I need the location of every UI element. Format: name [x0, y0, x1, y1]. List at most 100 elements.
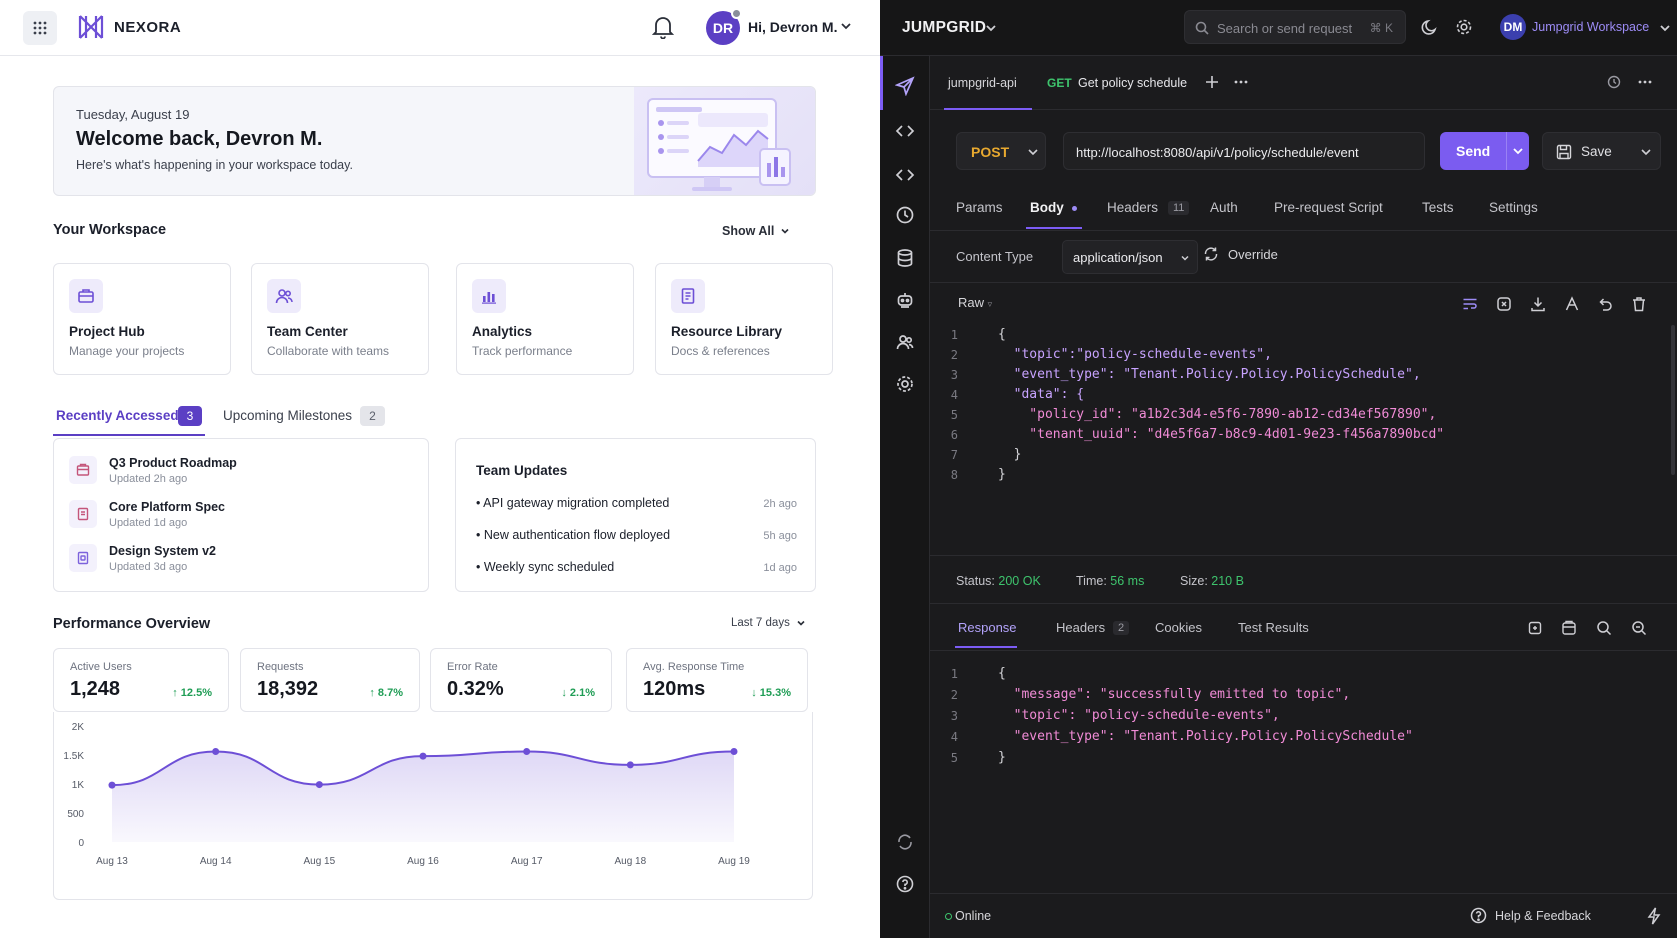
rail-item-team[interactable]: [893, 330, 917, 354]
search-bar[interactable]: Search or send request ⌘ K: [1184, 10, 1406, 44]
date-range-select[interactable]: Last 7 days: [731, 617, 806, 629]
override-button[interactable]: Override: [1203, 246, 1278, 262]
magic-icon[interactable]: [1564, 296, 1580, 312]
users-icon: [896, 335, 914, 350]
workspace-avatar[interactable]: DM: [1500, 14, 1526, 40]
lightning-icon[interactable]: [1646, 907, 1662, 925]
rail-item-code[interactable]: [893, 119, 917, 143]
rail-item-sync[interactable]: [893, 830, 917, 854]
tab-settings[interactable]: Settings: [1489, 200, 1538, 215]
rail-active-indicator: [880, 56, 883, 110]
performance-chart: 2K 1.5K 1K 500 0 Aug 13 Aug 14 Aug 15 Aug 16 Aug …: [53, 712, 813, 900]
method-select[interactable]: POST: [956, 132, 1046, 170]
workspace-brand[interactable]: JUMPGRID: [902, 19, 986, 37]
rail-item-database[interactable]: [893, 246, 917, 270]
chevron-down-icon: [797, 620, 805, 626]
headers-count-badge: 11: [1168, 201, 1190, 215]
current-date: Tuesday, August 19: [76, 107, 190, 122]
search-icon[interactable]: [1596, 620, 1612, 636]
kpi-change: ↑ 8.7%: [369, 687, 403, 699]
divider: [930, 555, 1677, 556]
user-greeting[interactable]: Hi, Devron M.: [748, 19, 837, 35]
kpi-value: 120ms: [643, 678, 706, 700]
workspace-card-resource-library[interactable]: Resource Library Docs & references: [655, 263, 833, 375]
chevron-down-icon[interactable]: [1640, 146, 1652, 158]
y-tick-label: 2K: [72, 722, 85, 733]
side-rail: [880, 56, 930, 938]
recent-item-name[interactable]: Q3 Product Roadmap: [109, 456, 237, 470]
notifications-button[interactable]: [652, 15, 674, 39]
rail-item-mock[interactable]: [893, 288, 917, 312]
zoom-icon[interactable]: [1631, 620, 1647, 636]
request-body-editor[interactable]: 1 2 3 4 5 6 7 8 { "topic":"policy-schedu…: [938, 322, 1677, 555]
tab-request[interactable]: Get policy schedule: [1078, 76, 1187, 90]
app-grid-button[interactable]: [23, 11, 57, 45]
beautify-icon[interactable]: [1496, 296, 1512, 312]
show-all-button[interactable]: Show All: [722, 224, 790, 238]
chevron-down-icon[interactable]: [1512, 145, 1524, 157]
tab-response[interactable]: Response: [958, 620, 1017, 635]
tab-pre-request-script[interactable]: Pre-request Script: [1274, 200, 1383, 215]
history-icon[interactable]: [1607, 75, 1621, 89]
response-body-viewer[interactable]: 1 2 3 4 5 { "message": "successfully emi…: [938, 660, 1677, 890]
trash-icon[interactable]: [1631, 296, 1647, 312]
editor-scrollbar[interactable]: [1671, 325, 1675, 475]
workspace-card-project-hub[interactable]: Project Hub Manage your projects: [53, 263, 231, 375]
code-line: "data": {: [998, 387, 1085, 402]
wrap-lines-icon[interactable]: [1462, 296, 1478, 312]
size-value: 210 B: [1211, 574, 1244, 588]
y-tick-label: 1.5K: [63, 751, 84, 762]
tab-test-results[interactable]: Test Results: [1238, 620, 1309, 635]
line-number: 7: [950, 448, 958, 462]
save-response-icon[interactable]: [1561, 620, 1577, 636]
chevron-down-icon[interactable]: [840, 20, 852, 32]
rail-item-api[interactable]: [893, 163, 917, 187]
tab-body[interactable]: Body: [1030, 200, 1064, 215]
tab-response-headers[interactable]: Headers: [1056, 620, 1105, 635]
chevron-down-icon[interactable]: [985, 22, 997, 34]
copy-icon[interactable]: [1527, 620, 1543, 636]
kpi-value: 18,392: [257, 678, 319, 700]
more-icon[interactable]: [1638, 80, 1652, 84]
url-input[interactable]: http://localhost:8080/api/v1/policy/sche…: [1063, 132, 1425, 170]
tab-collection[interactable]: jumpgrid-api: [948, 76, 1017, 90]
workspace-name[interactable]: Jumpgrid Workspace: [1532, 20, 1649, 34]
moon-icon[interactable]: [1421, 18, 1439, 36]
save-button[interactable]: Save: [1542, 132, 1661, 170]
rail-item-history[interactable]: [893, 203, 917, 227]
tab-params[interactable]: Params: [956, 200, 1003, 215]
line-number: 3: [950, 368, 958, 382]
y-tick-label: 0: [78, 838, 84, 849]
tab-headers[interactable]: Headers: [1107, 200, 1158, 215]
tab-recently-accessed[interactable]: Recently Accessed: [56, 408, 179, 423]
brand-logo[interactable]: NEXORA: [76, 12, 181, 42]
raw-mode-select[interactable]: Raw ▿: [958, 295, 992, 310]
tab-upcoming-milestones[interactable]: Upcoming Milestones: [223, 408, 352, 423]
chevron-down-icon[interactable]: [1659, 22, 1671, 34]
bot-icon: [897, 293, 913, 308]
rail-item-requests[interactable]: [893, 74, 917, 98]
rail-item-settings[interactable]: [893, 372, 917, 396]
send-button[interactable]: Send: [1440, 132, 1529, 170]
tab-method-badge: GET: [1047, 76, 1072, 90]
code-line: "event_type": "Tenant.Policy.Policy.Poli…: [998, 729, 1413, 744]
more-icon[interactable]: [1234, 80, 1248, 84]
rail-item-help[interactable]: [893, 872, 917, 896]
tab-tests[interactable]: Tests: [1422, 200, 1454, 215]
help-feedback-button[interactable]: Help & Feedback: [1470, 907, 1591, 924]
recent-item-name[interactable]: Core Platform Spec: [109, 500, 225, 514]
undo-icon[interactable]: [1597, 296, 1613, 312]
grid-icon: [33, 21, 47, 35]
workspace-card-team-center[interactable]: Team Center Collaborate with teams: [251, 263, 429, 375]
settings-gear-icon[interactable]: [1455, 18, 1473, 36]
line-number: 6: [950, 428, 958, 442]
x-tick-label: Aug 16: [407, 856, 439, 867]
download-icon[interactable]: [1530, 296, 1546, 312]
x-tick-label: Aug 15: [303, 856, 335, 867]
recent-item-name[interactable]: Design System v2: [109, 544, 216, 558]
workspace-card-analytics[interactable]: Analytics Track performance: [456, 263, 634, 375]
tab-auth[interactable]: Auth: [1210, 200, 1238, 215]
content-type-select[interactable]: application/json: [1062, 240, 1198, 274]
tab-cookies[interactable]: Cookies: [1155, 620, 1202, 635]
plus-icon[interactable]: [1205, 75, 1219, 89]
